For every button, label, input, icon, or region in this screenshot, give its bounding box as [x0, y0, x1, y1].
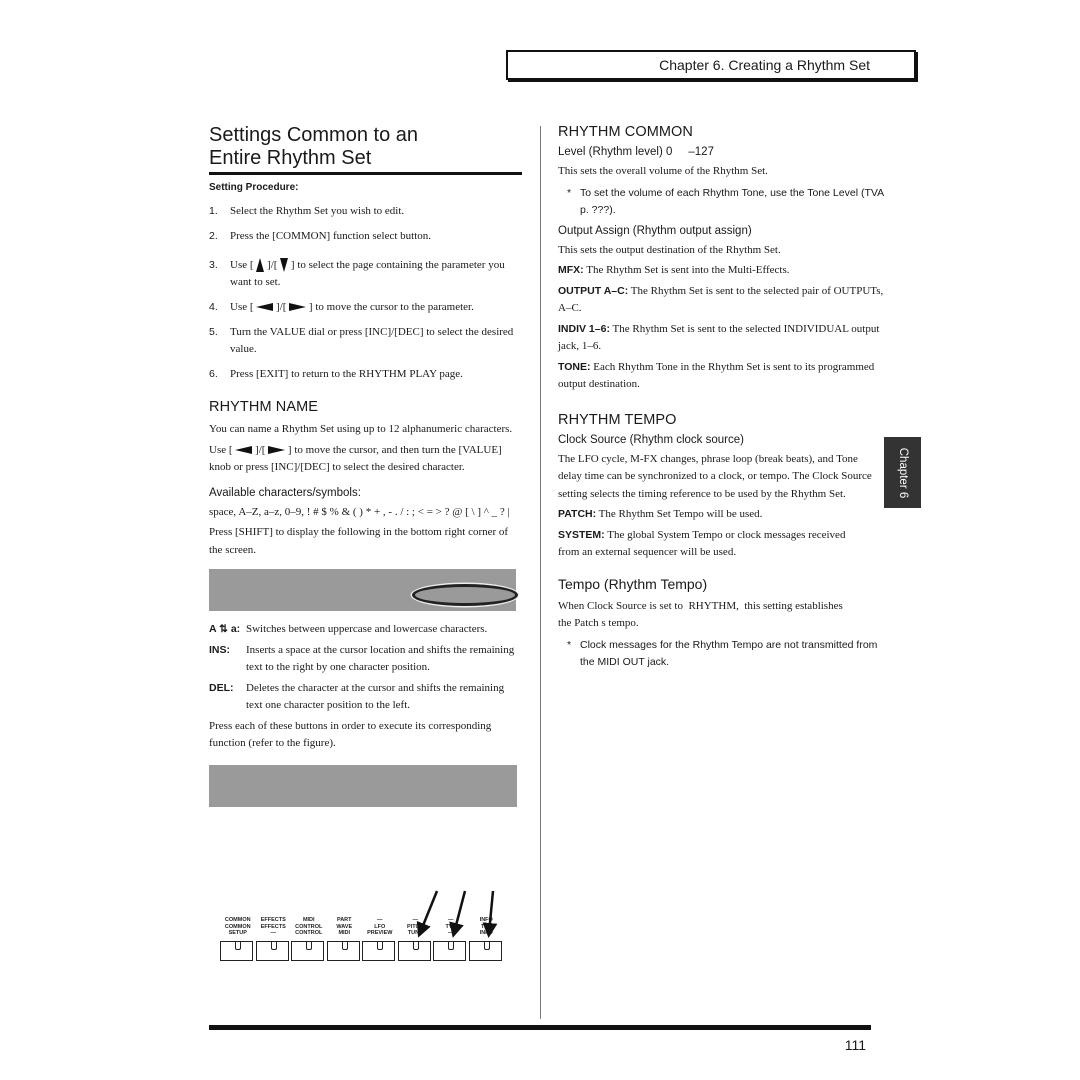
output-assign-heading: Output Assign (Rhythm output assign) — [558, 224, 752, 237]
highlight-oval — [412, 584, 518, 606]
function-button-1[interactable]: COMMON COMMON SETUP — [220, 917, 256, 961]
def-del: DEL: Deletes the character at the cursor… — [209, 681, 505, 712]
output-opt-tone: TONE: Each Rhythm Tone in the Rhythm Set… — [558, 360, 875, 391]
function-button-3[interactable]: MIDI CONTROL CONTROL — [291, 917, 327, 961]
function-button-4[interactable]: PART WAVE MIDI — [326, 917, 363, 961]
function-button-label: MIDI CONTROL CONTROL — [295, 917, 323, 936]
function-button-key[interactable] — [255, 941, 289, 961]
page-title-line-2: Entire Rhythm Set — [209, 147, 372, 169]
step-3: 3. Use [ ]/[ ] to select the page contai… — [209, 258, 505, 288]
function-button-label: COMMON COMMON SETUP — [224, 917, 251, 936]
tempo-heading: Tempo (Rhythm Tempo) — [558, 575, 708, 592]
tempo-note: * Clock messages for the Rhythm Tempo ar… — [566, 638, 878, 668]
def-case-toggle: A ⇅ a: Switches between uppercase and lo… — [209, 623, 488, 635]
press-each-text: Press each of these buttons in order to … — [209, 719, 492, 750]
clock-opt-system: SYSTEM: The global System Tempo or clock… — [558, 528, 846, 559]
step-1: 1. Select the Rhythm Set you wish to edi… — [209, 205, 405, 217]
clock-opt-patch: PATCH: The Rhythm Set Tempo will be used… — [558, 508, 763, 520]
title-rule — [209, 172, 522, 175]
tempo-text: When Clock Source is set to RHYTHM, this… — [558, 599, 846, 630]
page-title: Settings Common to an Entire Rhythm Set — [209, 124, 522, 170]
step-5: 5. Turn the VALUE dial or press [INC]/[D… — [209, 326, 514, 355]
shift-instruction: Press [SHIFT] to display the following i… — [209, 526, 509, 556]
page-title-line-1: Settings Common to an — [209, 124, 418, 146]
chapter-side-tab: Chapter 6 — [884, 437, 921, 508]
function-button-key[interactable] — [291, 941, 324, 961]
rhythm-tempo-heading: RHYTHM TEMPO — [558, 411, 677, 428]
output-assign-text: This sets the output destination of the … — [558, 243, 781, 256]
arrow-to-tvf — [449, 890, 467, 938]
function-button-label: EFFECTS EFFECTS — — [260, 917, 286, 936]
left-column: Setting Procedure: 1. Select the Rhythm … — [209, 182, 521, 807]
def-ins: INS: Inserts a space at the cursor locat… — [209, 643, 515, 674]
output-opt-mfx: MFX: The Rhythm Set is sent into the Mul… — [558, 264, 790, 276]
arrow-to-tva-info — [482, 890, 498, 938]
function-button-key[interactable] — [220, 941, 253, 961]
rhythm-common-heading: RHYTHM COMMON — [558, 124, 694, 140]
clock-source-text: The LFO cycle, M-FX changes, phrase loop… — [558, 452, 872, 500]
lcd-screen-figure-2 — [209, 764, 517, 807]
clock-source-heading: Clock Source (Rhythm clock source) — [558, 433, 744, 446]
function-button-label: — LFO PREVIEW — [367, 917, 393, 936]
setting-procedure-label: Setting Procedure: — [209, 182, 299, 193]
function-button-2[interactable]: EFFECTS EFFECTS — — [255, 917, 292, 961]
bottom-rule — [209, 1025, 871, 1030]
right-arrow-icon — [289, 303, 307, 312]
level-text: This sets the overall volume of the Rhyt… — [558, 165, 768, 177]
left-arrow-icon — [256, 303, 274, 312]
step-2: 2. Press the [COMMON] function select bu… — [209, 230, 432, 242]
function-button-label: PART WAVE MIDI — [336, 917, 353, 936]
lcd-screen-figure — [209, 569, 518, 611]
page-number: 111 — [844, 1037, 866, 1053]
output-opt-indiv: INDIV 1–6: The Rhythm Set is sent to the… — [558, 322, 880, 353]
down-triangle-icon — [280, 258, 289, 273]
pointer-arrows — [416, 890, 498, 938]
chapter-header-box: Chapter 6. Creating a Rhythm Set — [506, 50, 916, 80]
rhythm-name-cursor-text: Use [ ]/[ ] to move the cursor, and then… — [209, 443, 502, 474]
level-note: * To set the volume of each Rhythm Tone,… — [566, 186, 884, 216]
rhythm-name-intro: You can name a Rhythm Set using up to 12… — [209, 423, 513, 435]
function-button-key[interactable] — [326, 941, 360, 961]
step-4: 4. Use [ ]/[ ] to move the cursor to the… — [209, 301, 474, 313]
up-triangle-icon — [256, 258, 265, 273]
available-characters-list: space, A–Z, a–z, 0–9, ! # $ % & ( ) * + … — [209, 505, 510, 518]
chapter-title: Chapter 6. Creating a Rhythm Set — [659, 57, 870, 73]
step-6: 6. Press [EXIT] to return to the RHYTHM … — [209, 368, 463, 380]
available-characters-heading: Available characters/symbols: — [209, 486, 361, 499]
rhythm-name-heading: RHYTHM NAME — [209, 399, 319, 415]
arrow-to-pitch-tune — [416, 890, 439, 938]
column-divider — [540, 126, 541, 1019]
right-column: RHYTHM COMMON Level (Rhythm level) 0 –12… — [558, 124, 893, 677]
output-opt-output: OUTPUT A–C: The Rhythm Set is sent to th… — [558, 284, 884, 315]
function-button-key[interactable] — [362, 941, 395, 961]
level-heading: Level (Rhythm level) 0 –127 — [558, 146, 714, 158]
function-button-5[interactable]: — LFO PREVIEW — [362, 917, 398, 961]
right-arrow-icon — [268, 445, 286, 454]
left-arrow-icon — [235, 445, 253, 454]
